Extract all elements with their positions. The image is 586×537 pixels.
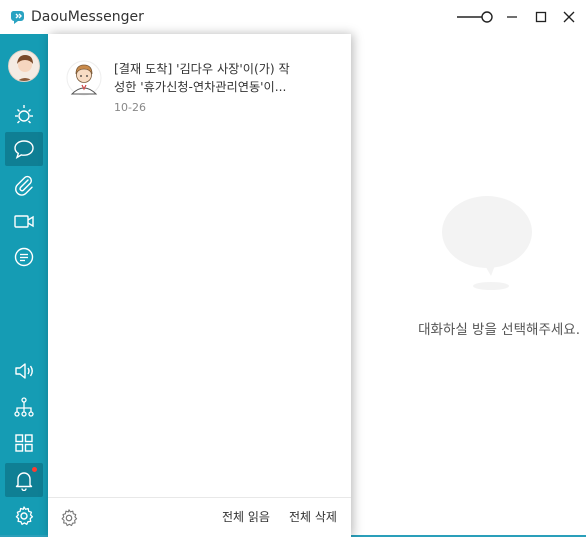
notification-line-2: 성한 '휴가신청-연차관리연동'이... xyxy=(114,80,287,94)
sidebar-item-chat[interactable] xyxy=(5,132,43,166)
chat-empty-area: 대화하실 방을 선택해주세요. xyxy=(351,34,586,537)
read-all-button[interactable]: 전체 읽음 xyxy=(222,509,270,525)
sun-org-icon xyxy=(15,105,33,124)
grid-icon xyxy=(15,434,33,452)
notification-line-1: [결재 도착] '김다우 사장'이(가) 작 xyxy=(114,62,290,76)
notification-item[interactable]: [결재 도착] '김다우 사장'이(가) 작 성한 '휴가신청-연차관리연동'이… xyxy=(48,34,351,130)
paperclip-icon xyxy=(15,175,33,196)
empty-state-text: 대화하실 방을 선택해주세요. xyxy=(418,322,580,338)
notification-text: [결재 도착] '김다우 사장'이(가) 작 성한 '휴가신청-연차관리연동'이… xyxy=(114,60,339,96)
app-logo-icon xyxy=(10,11,24,24)
avatar[interactable] xyxy=(8,50,40,82)
sender-avatar xyxy=(66,60,102,96)
gear-icon xyxy=(15,506,34,525)
close-icon xyxy=(563,11,575,23)
sidebar-item-settings[interactable] xyxy=(5,499,43,533)
person-avatar-icon xyxy=(66,60,102,96)
empty-chat-bubble-icon xyxy=(442,196,532,290)
opacity-slider[interactable] xyxy=(456,4,494,30)
speaker-icon xyxy=(15,363,33,379)
speech-bubble-icon xyxy=(14,140,34,160)
notification-date: 10-26 xyxy=(114,101,146,114)
sidebar-item-messages[interactable] xyxy=(5,240,43,274)
title-bar: DaouMessenger xyxy=(0,0,586,34)
sidebar-item-files[interactable] xyxy=(5,168,43,202)
sidebar-item-notifications[interactable] xyxy=(5,463,43,497)
delete-all-button[interactable]: 전체 삭제 xyxy=(289,509,337,525)
minimize-icon xyxy=(507,16,517,18)
notification-panel: [결재 도착] '김다우 사장'이(가) 작 성한 '휴가신청-연차관리연동'이… xyxy=(48,34,351,537)
minimize-button[interactable] xyxy=(500,4,524,30)
maximize-icon xyxy=(535,11,547,23)
sidebar-item-apps[interactable] xyxy=(5,426,43,460)
close-button[interactable] xyxy=(557,4,581,30)
app-title: DaouMessenger xyxy=(31,9,144,25)
maximize-button[interactable] xyxy=(529,4,553,30)
sidebar-item-announcements[interactable] xyxy=(5,354,43,388)
notification-badge xyxy=(32,467,37,472)
sidebar-item-video[interactable] xyxy=(5,204,43,238)
panel-footer: 전체 읽음 전체 삭제 xyxy=(48,497,351,537)
message-icon xyxy=(14,247,34,267)
slider-icon xyxy=(457,11,493,23)
user-avatar-icon xyxy=(9,51,39,81)
sidebar-item-org-tree[interactable] xyxy=(5,390,43,424)
bell-icon xyxy=(15,472,33,491)
video-camera-icon xyxy=(14,215,34,228)
sidebar-item-organization[interactable] xyxy=(5,98,43,132)
sidebar xyxy=(0,34,48,537)
notification-settings-button[interactable] xyxy=(58,507,80,529)
gear-icon xyxy=(61,509,78,527)
hierarchy-icon xyxy=(14,397,34,417)
